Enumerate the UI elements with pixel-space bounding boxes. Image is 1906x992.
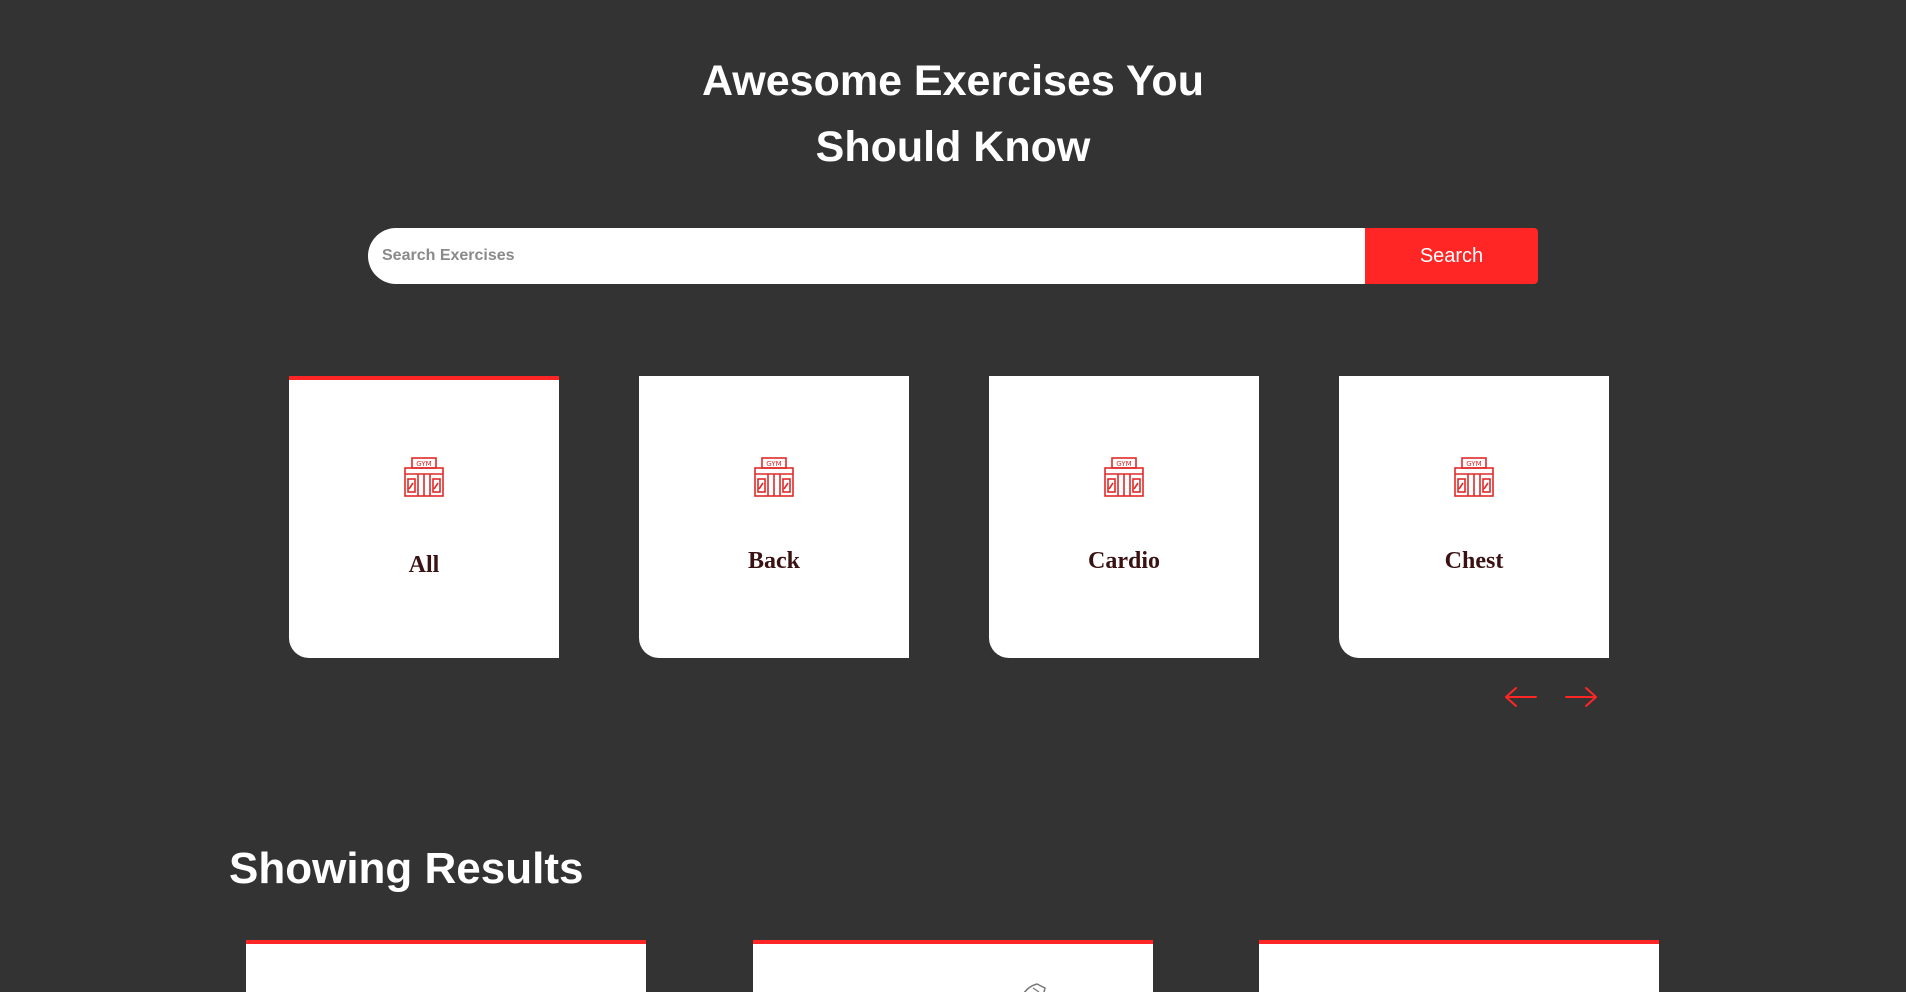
svg-text:GYM: GYM — [1116, 460, 1131, 468]
exercise-image — [1023, 983, 1046, 992]
gym-icon: GYM — [1454, 457, 1494, 497]
category-label: Chest — [1444, 548, 1504, 574]
results-title: Showing Results — [229, 844, 584, 893]
svg-text:GYM: GYM — [766, 460, 781, 468]
left-arrow-icon[interactable] — [1504, 680, 1538, 714]
category-card-chest[interactable]: GYM Chest — [1339, 376, 1609, 658]
svg-text:GYM: GYM — [416, 460, 431, 468]
page-title: Awesome Exercises You Should Know — [0, 48, 1906, 180]
page-title-line-1: Awesome Exercises You — [702, 57, 1204, 105]
exercise-card[interactable] — [753, 940, 1153, 992]
category-card-back[interactable]: GYM Back — [639, 376, 909, 658]
page-title-line-2: Should Know — [815, 123, 1091, 171]
gym-icon: GYM — [1104, 457, 1144, 497]
gym-icon: GYM — [404, 457, 444, 497]
search-bar: Search — [368, 228, 1538, 284]
category-card-all[interactable]: GYM All — [289, 376, 559, 658]
category-label: Back — [747, 548, 800, 574]
right-arrow-icon[interactable] — [1564, 680, 1598, 714]
category-label: Cardio — [1088, 548, 1160, 574]
search-button[interactable]: Search — [1365, 228, 1538, 284]
svg-text:GYM: GYM — [1466, 460, 1481, 468]
category-card-cardio[interactable]: GYM Cardio — [989, 376, 1259, 658]
category-label: All — [408, 552, 440, 578]
gym-icon: GYM — [754, 457, 794, 497]
page: Awesome Exercises You Should Know Search… — [0, 0, 1906, 992]
search-input[interactable] — [368, 228, 1365, 284]
exercise-card[interactable] — [246, 940, 646, 992]
exercise-card[interactable] — [1259, 940, 1659, 992]
